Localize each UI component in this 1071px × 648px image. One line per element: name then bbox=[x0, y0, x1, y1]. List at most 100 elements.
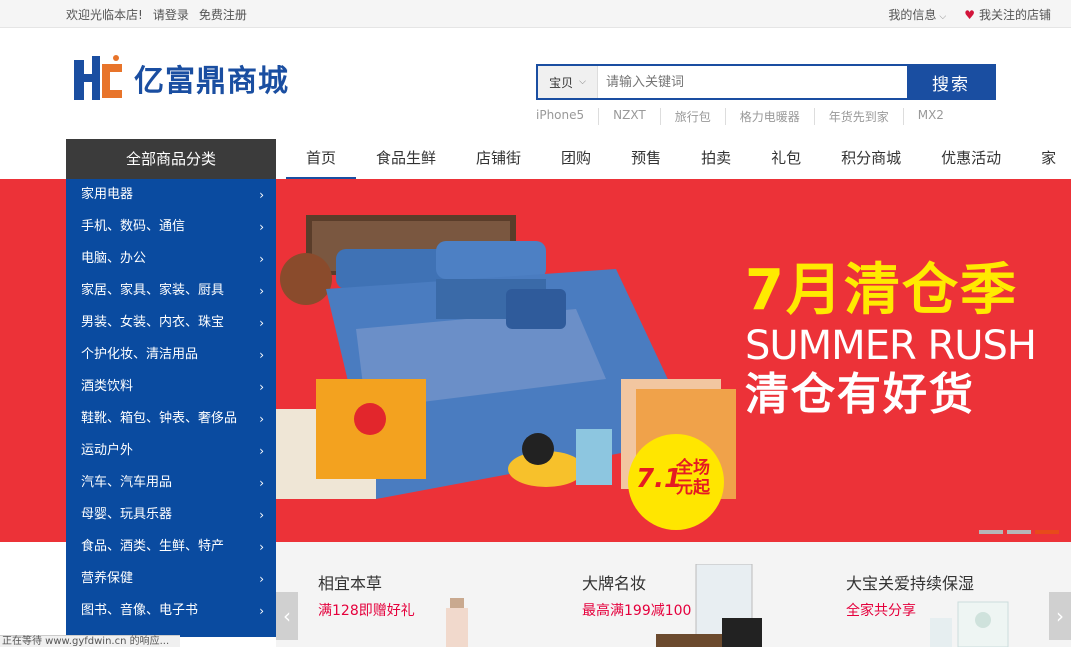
top-bar: 欢迎光临本店! 请登录 免费注册 我的信息⌵ ♥ 我关注的店铺 bbox=[0, 0, 1071, 28]
chevron-right-icon: › bbox=[259, 275, 264, 307]
login-link[interactable]: 请登录 bbox=[153, 6, 189, 23]
followed-shops-link[interactable]: ♥ 我关注的店铺 bbox=[964, 6, 1051, 23]
chevron-right-icon: › bbox=[259, 595, 264, 627]
chevron-right-icon: › bbox=[259, 339, 264, 371]
category-label: 汽车、汽车用品 bbox=[81, 475, 172, 490]
banner-promo-text: 7月清仓季 SUMMER RUSH 清仓有好货 bbox=[745, 259, 1036, 421]
nav-presale[interactable]: 预售 bbox=[611, 139, 681, 179]
category-label: 个护化妆、清洁用品 bbox=[81, 347, 198, 362]
followed-shops-label: 我关注的店铺 bbox=[979, 8, 1051, 22]
category-item[interactable]: 母婴、玩具乐器 › bbox=[66, 499, 276, 531]
main-nav: 全部商品分类 首页 食品生鲜 店铺街 团购 预售 拍卖 礼包 积分商城 优惠活动… bbox=[0, 139, 1071, 179]
nav-home[interactable]: 首页 bbox=[286, 139, 356, 179]
category-label: 图书、音像、电子书 bbox=[81, 603, 198, 618]
hotword-link[interactable]: iPhone5 bbox=[536, 108, 598, 125]
search-bar: 宝贝 ⌵ 搜索 bbox=[536, 64, 996, 100]
badge-text-line1: 全场 bbox=[676, 458, 710, 478]
all-categories-button[interactable]: 全部商品分类 bbox=[66, 139, 276, 179]
category-label: 酒类饮料 bbox=[81, 379, 133, 394]
category-item[interactable]: 营养保健 › bbox=[66, 563, 276, 595]
chevron-down-icon: ⌵ bbox=[579, 77, 586, 87]
site-logo[interactable]: 亿富鼎商城 bbox=[70, 50, 289, 106]
category-label: 运动户外 bbox=[81, 443, 133, 458]
category-label: 鞋靴、箱包、钟表、奢侈品 bbox=[81, 411, 237, 426]
promo-title: 相宜本草 bbox=[318, 570, 415, 594]
price-badge: 7.1 全场 元起 bbox=[628, 434, 724, 530]
skincare-product-image bbox=[652, 564, 772, 647]
category-label: 电脑、办公 bbox=[81, 251, 146, 266]
category-item[interactable]: 图书、音像、电子书 › bbox=[66, 595, 276, 627]
chevron-right-icon: › bbox=[259, 403, 264, 435]
chevron-right-icon: › bbox=[259, 307, 264, 339]
category-item[interactable]: 鞋靴、箱包、钟表、奢侈品 › bbox=[66, 403, 276, 435]
hotword-link[interactable]: 年货先到家 bbox=[814, 108, 903, 125]
banner-english: SUMMER RUSH bbox=[745, 323, 1036, 369]
nav-gift-pack[interactable]: 礼包 bbox=[751, 139, 821, 179]
hotword-link[interactable]: NZXT bbox=[598, 108, 660, 125]
hotword-link[interactable]: MX2 bbox=[903, 108, 958, 125]
category-item[interactable]: 运动户外 › bbox=[66, 435, 276, 467]
nav-fresh-food[interactable]: 食品生鲜 bbox=[356, 139, 456, 179]
nav-auction[interactable]: 拍卖 bbox=[681, 139, 751, 179]
chevron-right-icon: › bbox=[259, 179, 264, 211]
heart-icon: ♥ bbox=[964, 8, 975, 22]
category-item[interactable]: 男装、女装、内衣、珠宝 › bbox=[66, 307, 276, 339]
chevron-right-icon: › bbox=[259, 243, 264, 275]
chevron-right-icon: › bbox=[259, 563, 264, 595]
nav-points-mall[interactable]: 积分商城 bbox=[821, 139, 921, 179]
carousel-dot-active[interactable] bbox=[1035, 530, 1059, 534]
nav-more[interactable]: 家 bbox=[1021, 139, 1071, 179]
promo-card[interactable]: 相宜本草 满128即赠好礼 bbox=[318, 570, 415, 620]
chevron-right-icon: › bbox=[259, 371, 264, 403]
category-label: 食品、酒类、生鲜、特产 bbox=[81, 539, 224, 554]
category-label: 手机、数码、通信 bbox=[81, 219, 185, 234]
chevron-right-icon: › bbox=[259, 499, 264, 531]
category-item[interactable]: 电脑、办公 › bbox=[66, 243, 276, 275]
nav-group-buy[interactable]: 团购 bbox=[541, 139, 611, 179]
hot-keywords: iPhone5 NZXT 旅行包 格力电暖器 年货先到家 MX2 bbox=[536, 108, 958, 125]
nav-shop-street[interactable]: 店铺街 bbox=[456, 139, 541, 179]
category-sidebar: 家用电器 › 手机、数码、通信 › 电脑、办公 › 家居、家具、家装、厨具› 男装、女… bbox=[66, 179, 276, 637]
category-label: 营养保健 bbox=[81, 571, 133, 586]
search-scope-select[interactable]: 宝贝 ⌵ bbox=[538, 66, 598, 98]
chevron-right-icon[interactable]: › bbox=[1049, 592, 1071, 640]
category-item[interactable]: 汽车、汽车用品 › bbox=[66, 467, 276, 499]
carousel-dot[interactable] bbox=[979, 530, 1003, 534]
logo-text: 亿富鼎商城 bbox=[134, 56, 289, 100]
search-button[interactable]: 搜索 bbox=[907, 65, 995, 99]
category-item[interactable]: 家居、家具、家装、厨具› bbox=[66, 275, 276, 307]
category-item[interactable]: 手机、数码、通信 › bbox=[66, 211, 276, 243]
my-info-label: 我的信息 bbox=[888, 8, 936, 22]
register-link[interactable]: 免费注册 bbox=[199, 6, 247, 23]
category-item[interactable]: 个护化妆、清洁用品 › bbox=[66, 339, 276, 371]
category-item[interactable]: 食品、酒类、生鲜、特产 › bbox=[66, 531, 276, 563]
my-info-menu[interactable]: 我的信息⌵ bbox=[888, 6, 946, 23]
banner-subline: 清仓有好货 bbox=[745, 369, 1036, 421]
category-item[interactable]: 家用电器 › bbox=[66, 179, 276, 211]
category-label: 男装、女装、内衣、珠宝 bbox=[81, 315, 224, 330]
chevron-right-icon: › bbox=[259, 531, 264, 563]
carousel-dots bbox=[979, 530, 1059, 534]
promo-subtitle: 满128即赠好礼 bbox=[318, 600, 415, 620]
banner-headline: 7月清仓季 bbox=[745, 259, 1036, 323]
promo-strip: ‹ 相宜本草 满128即赠好礼 大牌名妆 最高满199减100 大宝关爱持续保湿… bbox=[276, 542, 1071, 647]
search-scope-label: 宝贝 bbox=[549, 74, 573, 91]
category-label: 母婴、玩具乐器 bbox=[81, 507, 172, 522]
badge-text-line2: 元起 bbox=[676, 478, 710, 498]
chevron-left-icon[interactable]: ‹ bbox=[276, 592, 298, 640]
hotword-link[interactable]: 旅行包 bbox=[660, 108, 725, 125]
chevron-down-icon: ⌵ bbox=[939, 12, 946, 22]
logo-mark-icon bbox=[70, 50, 126, 106]
category-item[interactable]: 酒类饮料 › bbox=[66, 371, 276, 403]
welcome-text: 欢迎光临本店! bbox=[66, 6, 143, 23]
carousel-dot[interactable] bbox=[1007, 530, 1031, 534]
category-label: 家用电器 bbox=[81, 187, 133, 202]
cosmetic-bottle-image bbox=[442, 598, 472, 647]
search-input[interactable] bbox=[598, 66, 907, 98]
hotword-link[interactable]: 格力电暖器 bbox=[725, 108, 814, 125]
nav-promotions[interactable]: 优惠活动 bbox=[921, 139, 1021, 179]
lotion-product-image bbox=[926, 598, 1016, 647]
chevron-right-icon: › bbox=[259, 467, 264, 499]
chevron-right-icon: › bbox=[259, 211, 264, 243]
chevron-right-icon: › bbox=[259, 435, 264, 467]
